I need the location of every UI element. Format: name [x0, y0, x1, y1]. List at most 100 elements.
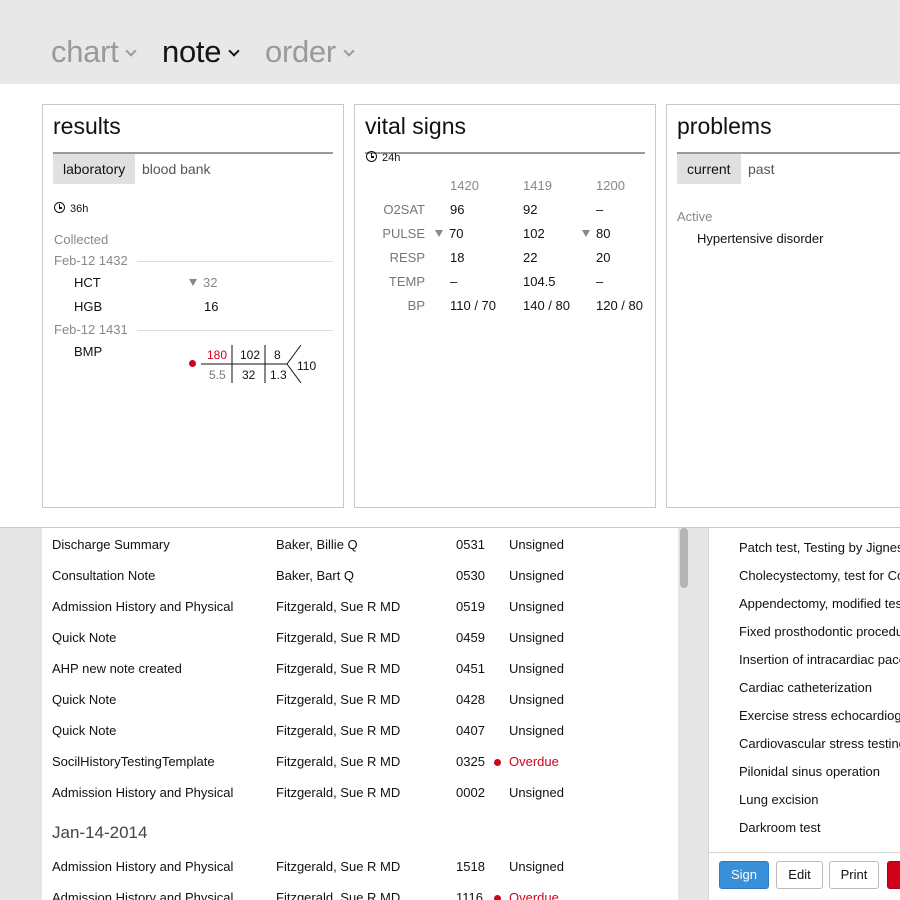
- note-title: SocilHistoryTestingTemplate: [52, 754, 215, 769]
- edit-button[interactable]: Edit: [776, 861, 823, 889]
- lab-name[interactable]: HCT: [74, 275, 101, 290]
- list-item[interactable]: Pilonidal sinus operation: [739, 764, 880, 779]
- notes-list: Discharge Summary Baker, Billie Q 0531 Unsi…: [42, 528, 678, 900]
- list-item[interactable]: Darkroom test: [739, 820, 821, 835]
- note-time: 0002: [456, 785, 485, 800]
- tab-laboratory[interactable]: laboratory: [53, 154, 136, 184]
- note-title: Consultation Note: [52, 568, 156, 583]
- clock-icon: [366, 151, 377, 162]
- vital-label: O2SAT: [383, 202, 425, 217]
- vital-value: 110 / 70: [450, 298, 497, 313]
- note-author: Baker, Billie Q: [276, 537, 358, 552]
- vitals-time: 1419: [523, 178, 552, 193]
- note-time: 0531: [456, 537, 485, 552]
- list-item[interactable]: Cardiovascular stress testing: [739, 736, 900, 751]
- tab-past[interactable]: past: [738, 154, 784, 184]
- note-status: Unsigned: [509, 599, 564, 614]
- nav-order[interactable]: order: [265, 34, 355, 70]
- sign-button[interactable]: Sign: [719, 861, 769, 889]
- nav-note-label: note: [162, 34, 222, 69]
- table-row[interactable]: Quick Note Fitzgerald, Sue R MD 0407 Unsign…: [42, 717, 678, 748]
- bmp-fishbone[interactable]: 180 102 8 5.5 32 1.3 110: [189, 344, 319, 384]
- list-item[interactable]: Patch test, Testing by Jignesh: [739, 540, 900, 555]
- bmp-na: 180: [207, 348, 228, 362]
- note-time: 0428: [456, 692, 485, 707]
- note-status: Unsigned: [509, 661, 564, 676]
- note-status: Overdue: [509, 890, 559, 900]
- table-row[interactable]: Admission History and Physical Fitzgerald…: [42, 884, 678, 900]
- nav-chart[interactable]: chart: [51, 34, 138, 70]
- note-status: Unsigned: [509, 723, 564, 738]
- note-author: Fitzgerald, Sue R MD: [276, 630, 401, 645]
- vital-label: PULSE: [382, 226, 425, 241]
- vital-label: RESP: [389, 250, 425, 265]
- problems-status: Active: [677, 209, 713, 224]
- note-author: Fitzgerald, Sue R MD: [276, 859, 401, 874]
- vitals-time: 1420: [450, 178, 479, 193]
- note-title: Quick Note: [52, 630, 117, 645]
- note-time: 0519: [456, 599, 485, 614]
- note-status: Unsigned: [509, 692, 564, 707]
- notes-scrollbar[interactable]: [680, 528, 688, 588]
- list-item[interactable]: Lung excision: [739, 792, 819, 807]
- list-item[interactable]: Cardiac catheterization: [739, 680, 872, 695]
- print-button[interactable]: Print: [829, 861, 879, 889]
- list-item[interactable]: Fixed prosthodontic procedure: [739, 624, 900, 639]
- problems-title: problems: [677, 113, 772, 139]
- note-author: Fitzgerald, Sue R MD: [276, 754, 401, 769]
- vitals-range[interactable]: 24h: [366, 151, 400, 164]
- results-range[interactable]: 36h: [54, 202, 88, 215]
- collected-label: Collected: [54, 232, 109, 247]
- results-tabs: laboratory blood bank: [53, 152, 333, 184]
- table-row[interactable]: Discharge Summary Baker, Billie Q 0531 Unsi…: [42, 531, 678, 562]
- bmp-glu: 110: [297, 359, 317, 373]
- bmp-bun: 8: [274, 348, 281, 362]
- problem-item[interactable]: Hypertensive disorder: [697, 231, 823, 246]
- note-author: Fitzgerald, Sue R MD: [276, 692, 401, 707]
- nav-order-label: order: [265, 34, 336, 69]
- date-group-header: Jan-14-2014: [52, 823, 148, 842]
- table-row[interactable]: SocilHistoryTestingTemplate Fitzgerald, S…: [42, 748, 678, 779]
- vital-value: 20: [596, 250, 611, 265]
- problems-tabs: current past: [677, 152, 900, 184]
- note-time: 0451: [456, 661, 485, 676]
- vital-value: –: [596, 274, 604, 289]
- table-row[interactable]: Admission History and Physical Fitzgerald…: [42, 853, 678, 884]
- note-title: Quick Note: [52, 692, 117, 707]
- vitals-range-label: 24h: [382, 152, 401, 164]
- note-title: Quick Note: [52, 723, 117, 738]
- vital-value: –: [596, 202, 604, 217]
- group-date: Feb-12 1431: [54, 322, 128, 337]
- chevron-down-icon: [228, 45, 240, 57]
- table-row[interactable]: Quick Note Fitzgerald, Sue R MD 0459 Unsign…: [42, 624, 678, 655]
- note-title: Admission History and Physical: [52, 599, 234, 614]
- note-status: Unsigned: [509, 568, 564, 583]
- vital-value: 102: [523, 226, 545, 241]
- note-time: 0407: [456, 723, 485, 738]
- note-time: 0325: [456, 754, 485, 769]
- table-row[interactable]: Consultation Note Baker, Bart Q 0530 Unsign…: [42, 562, 678, 593]
- vital-value: 96: [450, 202, 465, 217]
- nav-note[interactable]: note: [162, 34, 240, 70]
- note-author: Fitzgerald, Sue R MD: [276, 599, 401, 614]
- list-item[interactable]: Appendectomy, modified test: [739, 596, 900, 611]
- table-row[interactable]: AHP new note created Fitzgerald, Sue R MD…: [42, 655, 678, 686]
- vital-value: 140 / 80: [523, 298, 570, 313]
- pulse-value: 80: [596, 226, 611, 241]
- list-item[interactable]: Insertion of intracardiac pacemaker: [739, 652, 900, 667]
- list-item[interactable]: Cholecystectomy, test for Code: [739, 568, 900, 583]
- tab-blood-bank[interactable]: blood bank: [132, 154, 221, 184]
- note-author: Fitzgerald, Sue R MD: [276, 890, 401, 900]
- results-card: results laboratory blood bank 36h Collec…: [42, 104, 344, 508]
- table-row[interactable]: Quick Note Fitzgerald, Sue R MD 0428 Unsign…: [42, 686, 678, 717]
- vital-label: TEMP: [388, 274, 425, 289]
- table-row[interactable]: Admission History and Physical Fitzgerald…: [42, 593, 678, 624]
- tab-current[interactable]: current: [677, 154, 741, 184]
- delete-button[interactable]: [887, 861, 900, 889]
- note-title: Discharge Summary: [52, 537, 170, 552]
- table-row[interactable]: Admission History and Physical Fitzgerald…: [42, 779, 678, 810]
- list-item[interactable]: Exercise stress echocardiography: [739, 708, 900, 723]
- lab-name[interactable]: HGB: [74, 299, 102, 314]
- lab-name[interactable]: BMP: [74, 344, 102, 359]
- overdue-dot-icon: [494, 759, 501, 766]
